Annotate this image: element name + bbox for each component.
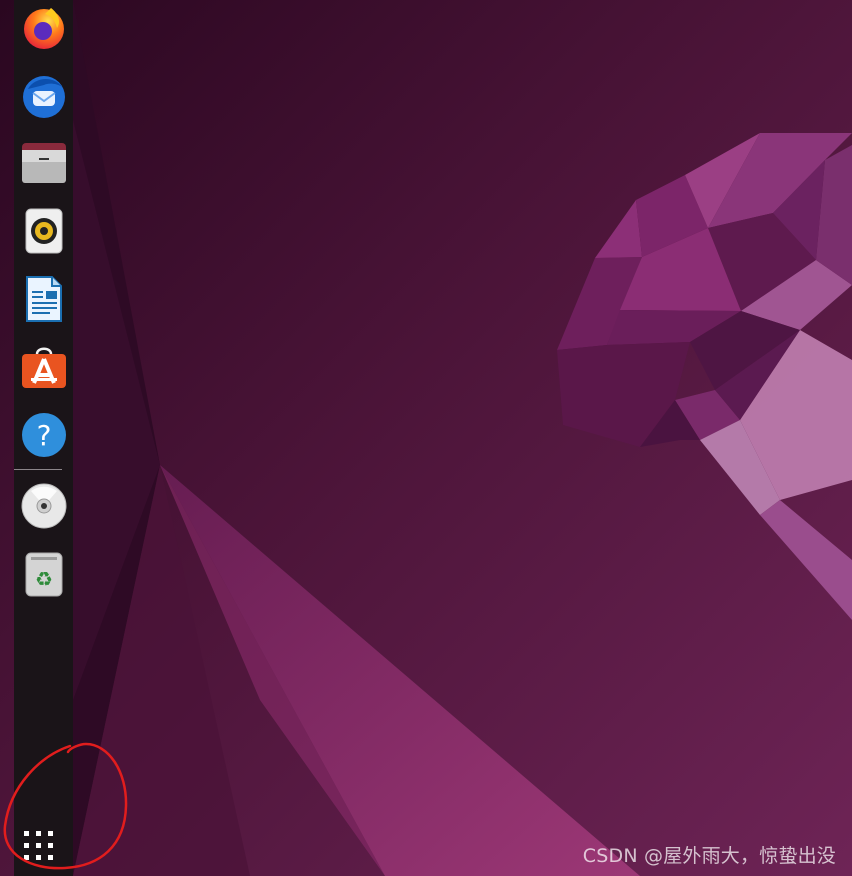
libreoffice-writer-icon — [24, 275, 64, 323]
dock-item-rhythmbox[interactable] — [14, 200, 73, 262]
dock: ? ♻ — [14, 0, 73, 876]
files-icon — [21, 141, 67, 185]
ubuntu-software-icon — [21, 344, 67, 390]
dock-item-help[interactable]: ? — [14, 404, 73, 466]
dock-item-trash[interactable]: ♻ — [14, 543, 73, 605]
show-applications-button[interactable] — [14, 826, 62, 870]
svg-text:♻: ♻ — [35, 567, 53, 591]
wallpaper — [0, 0, 852, 876]
dock-item-files[interactable] — [14, 132, 73, 194]
dock-item-ubuntu-software[interactable] — [14, 336, 73, 398]
disc-icon — [21, 483, 67, 529]
grid-icon — [22, 830, 54, 866]
thunderbird-icon — [20, 71, 68, 119]
trash-icon: ♻ — [25, 551, 63, 597]
watermark-text: CSDN @屋外雨大，惊蛰出没 — [582, 845, 836, 867]
help-icon: ? — [21, 412, 67, 458]
dock-item-libreoffice-writer[interactable] — [14, 268, 73, 330]
dock-item-firefox[interactable] — [14, 0, 73, 58]
svg-text:?: ? — [36, 419, 51, 452]
dock-item-thunderbird[interactable] — [14, 64, 73, 126]
dock-separator — [14, 469, 62, 470]
dock-item-disc[interactable] — [14, 475, 73, 537]
rhythmbox-icon — [24, 208, 64, 254]
desktop[interactable]: ? ♻ CSDN @屋外雨大，惊蛰出没 — [0, 0, 852, 876]
firefox-icon — [21, 4, 67, 50]
